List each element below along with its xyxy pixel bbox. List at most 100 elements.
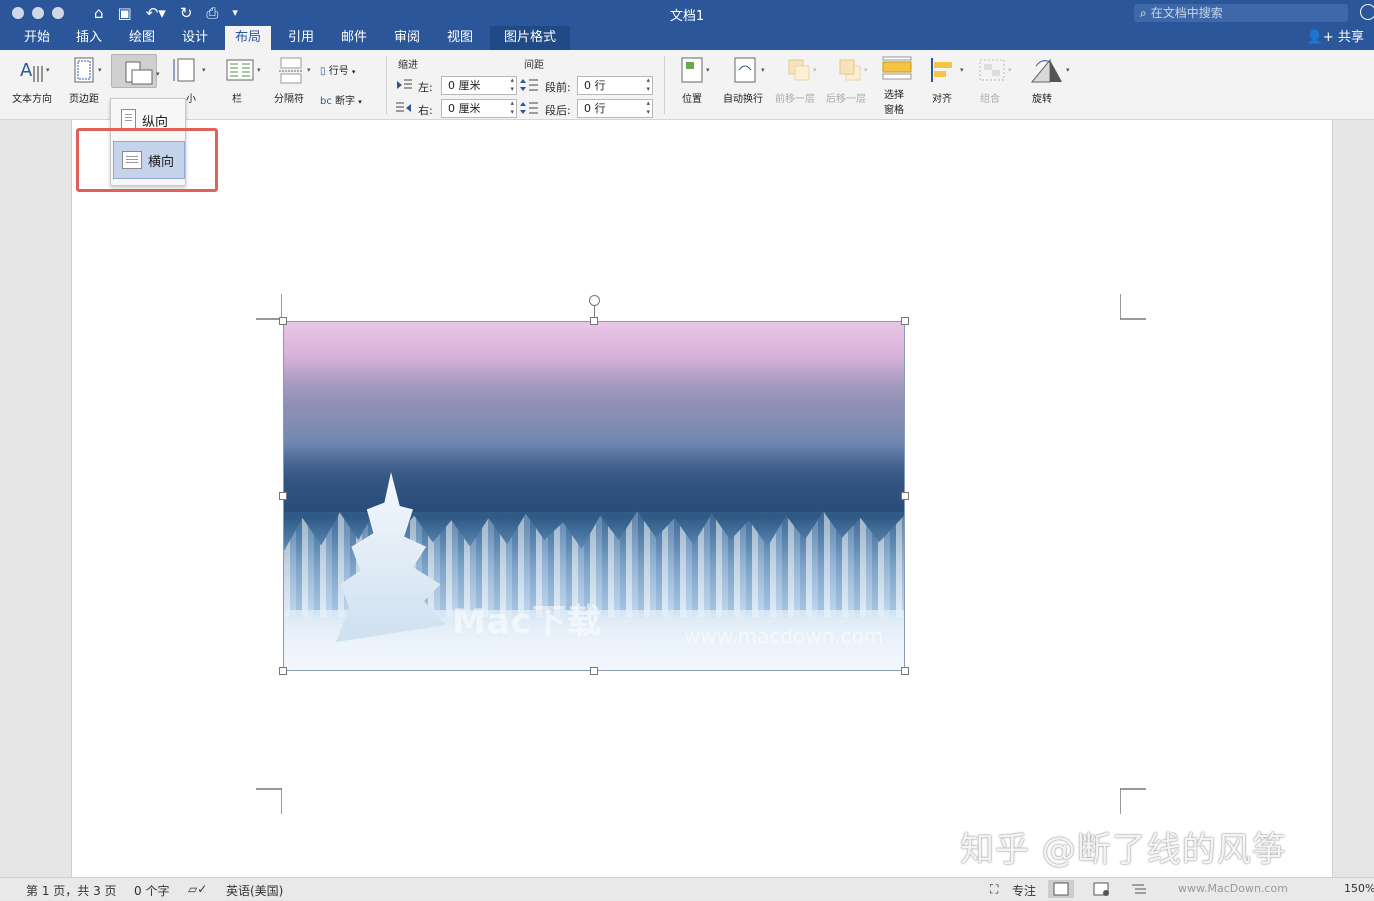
picture-watermark: Mac下载	[452, 602, 602, 642]
svg-text:▾: ▾	[156, 70, 160, 78]
svg-text:A: A	[20, 60, 33, 81]
align-button[interactable]: ▾ 对齐	[922, 56, 964, 105]
wrap-text-icon: ▾	[729, 56, 765, 84]
tab-layout[interactable]: 布局	[225, 26, 272, 50]
resize-handle-top[interactable]	[590, 317, 598, 325]
tab-references[interactable]: 引用	[278, 26, 324, 50]
margins-label: 页边距	[69, 94, 99, 105]
indent-left-label: 左:	[418, 81, 433, 94]
svg-text:▾: ▾	[813, 66, 817, 74]
page-count[interactable]: 第 1 页，共 3 页	[26, 882, 117, 899]
word-count[interactable]: 0 个字	[134, 882, 169, 899]
language-indicator[interactable]: 英语(美国)	[226, 882, 283, 899]
tab-review[interactable]: 审阅	[384, 26, 430, 50]
align-icon: ▾	[928, 56, 964, 84]
align-label: 对齐	[932, 94, 952, 105]
title-bar: ⌂ ▣ ↶▾ ↻ ⎙ ▾ 文档1 ⌕ 在文档中搜索	[0, 0, 1374, 26]
web-layout-view-icon[interactable]	[1088, 880, 1114, 898]
orientation-icon: ▾	[120, 58, 160, 86]
crop-mark-bottom-right	[1120, 788, 1146, 814]
svg-text:▾: ▾	[761, 66, 765, 74]
margins-icon: ▾	[70, 56, 102, 84]
ribbon-divider	[386, 56, 387, 114]
focus-label[interactable]: 专注	[1012, 882, 1036, 899]
indent-right-label: 右:	[418, 104, 433, 117]
hyphenation-button[interactable]: bc 断字 ▾	[320, 92, 362, 107]
position-icon: ▾	[678, 56, 710, 84]
selection-pane-button[interactable]: 选择 窗格	[876, 54, 912, 116]
share-button[interactable]: 👤+ 共享	[1307, 29, 1364, 47]
tab-picture-format[interactable]: 图片格式	[490, 26, 571, 50]
print-layout-view-icon[interactable]	[1048, 880, 1074, 898]
hyphenation-icon: bc	[320, 96, 332, 107]
indent-left-input[interactable]: 0 厘米	[441, 76, 517, 95]
tab-draw[interactable]: 绘图	[119, 26, 165, 50]
ribbon-tabs: 开始 插入 绘图 设计 布局 引用 邮件 审阅 视图 图片格式 👤+ 共享	[0, 26, 1374, 50]
position-button[interactable]: ▾ 位置	[674, 56, 710, 105]
search-icon: ⌕	[1140, 6, 1147, 20]
indent-left-icon	[396, 78, 412, 92]
send-backward-label: 后移一层	[826, 94, 866, 105]
position-label: 位置	[682, 94, 702, 105]
indent-right-icon	[396, 101, 412, 115]
orientation-button[interactable]: ▾	[111, 54, 160, 88]
picture-watermark-url: www.macdown.com	[684, 624, 884, 648]
search-box[interactable]: ⌕ 在文档中搜索	[1134, 4, 1348, 22]
columns-button[interactable]: ▾ 栏	[214, 56, 261, 105]
search-placeholder: 在文档中搜索	[1150, 6, 1223, 20]
text-direction-label: 文本方向	[12, 94, 52, 105]
spacing-before-icon	[520, 78, 538, 92]
tab-view[interactable]: 视图	[437, 26, 483, 50]
breaks-label: 分隔符	[274, 94, 304, 105]
svg-text:▾: ▾	[1008, 66, 1012, 74]
columns-icon: ▾	[223, 56, 261, 84]
zhihu-watermark: 知乎 @断了线的风筝	[960, 830, 1287, 870]
text-direction-icon: A ▾	[18, 56, 50, 84]
inserted-picture[interactable]: Mac下载 www.macdown.com	[283, 321, 905, 671]
tab-insert[interactable]: 插入	[66, 26, 112, 50]
margins-button[interactable]: ▾ 页边距	[62, 56, 106, 105]
text-direction-button[interactable]: A ▾ 文本方向	[8, 56, 56, 105]
breaks-button[interactable]: ▾ 分隔符	[266, 56, 312, 105]
send-backward-button[interactable]: ▾ 后移一层	[823, 56, 869, 105]
line-numbers-button[interactable]: ▯ 行号 ▾	[320, 62, 355, 77]
rotate-label: 旋转	[1032, 94, 1052, 105]
spacing-before-input[interactable]: 0 行	[577, 76, 653, 95]
hyphenation-label: 断字	[335, 96, 356, 107]
resize-handle-top-left[interactable]	[279, 317, 287, 325]
tab-home[interactable]: 开始	[14, 26, 60, 50]
svg-text:▾: ▾	[706, 66, 710, 74]
spacing-after-label: 段后:	[545, 104, 571, 117]
feedback-icon[interactable]	[1360, 4, 1374, 20]
svg-text:▾: ▾	[257, 66, 261, 74]
indent-right-input[interactable]: 0 厘米	[441, 99, 517, 118]
svg-text:▾: ▾	[1066, 66, 1070, 74]
spacing-after-input[interactable]: 0 行	[577, 99, 653, 118]
resize-handle-bottom-right[interactable]	[901, 667, 909, 675]
line-numbers-icon: ▯	[320, 66, 326, 77]
spacing-after-icon	[520, 101, 538, 115]
share-label: 共享	[1337, 30, 1364, 45]
bring-forward-icon: ▾	[781, 56, 817, 84]
group-label: 组合	[980, 94, 1000, 105]
bring-forward-label: 前移一层	[775, 94, 815, 105]
resize-handle-right[interactable]	[901, 492, 909, 500]
group-button[interactable]: ▾ 组合	[970, 56, 1012, 105]
outline-view-icon[interactable]	[1126, 880, 1152, 898]
svg-text:▾: ▾	[46, 66, 50, 74]
spacing-group-label: 间距	[524, 60, 544, 71]
resize-handle-bottom-left[interactable]	[279, 667, 287, 675]
wrap-text-button[interactable]: ▾ 自动换行	[720, 56, 766, 105]
size-icon: ▾	[170, 56, 206, 84]
focus-icon[interactable]: ⛶	[990, 882, 998, 897]
resize-handle-bottom[interactable]	[590, 667, 598, 675]
tab-mailings[interactable]: 邮件	[331, 26, 377, 50]
zoom-level[interactable]: 150%	[1344, 882, 1374, 895]
rotate-handle[interactable]	[589, 295, 600, 306]
proofing-icon[interactable]: ▱✓	[188, 882, 207, 896]
resize-handle-top-right[interactable]	[901, 317, 909, 325]
bring-forward-button[interactable]: ▾ 前移一层	[772, 56, 818, 105]
tab-design[interactable]: 设计	[172, 26, 218, 50]
rotate-button[interactable]: ▾ 旋转	[1020, 56, 1070, 105]
resize-handle-left[interactable]	[279, 492, 287, 500]
